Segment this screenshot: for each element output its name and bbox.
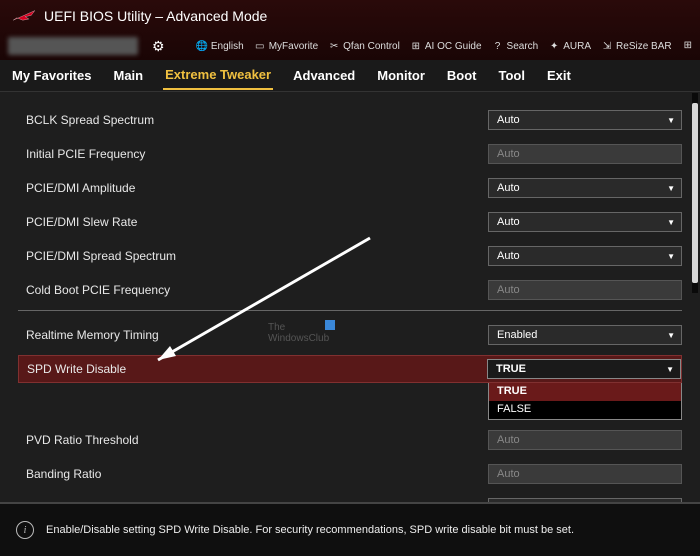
spd-options: TRUE FALSE [488,383,682,420]
help-text: Enable/Disable setting SPD Write Disable… [46,524,574,536]
spd-dropdown[interactable]: TRUE ▼ [487,359,681,379]
tab-main[interactable]: Main [111,62,145,89]
setting-label: Cold Boot PCIE Frequency [18,283,488,297]
setting-row: PCIE/DMI Spread SpectrumAuto▼ [18,242,682,270]
setting-label: Banding Ratio [18,467,488,481]
more-icon[interactable]: ⊞ [684,40,692,52]
aura-icon: ✦ [548,40,560,52]
setting-label: PCIE/DMI Amplitude [18,181,488,195]
blurred-info [8,37,138,55]
chevron-down-icon: ▼ [667,218,675,227]
setting-row: Cold Boot PCIE FrequencyAuto [18,276,682,304]
app-title: UEFI BIOS Utility – Advanced Mode [44,8,267,24]
scrollbar-thumb[interactable] [692,103,698,283]
chevron-down-icon: ▼ [667,252,675,261]
setting-dropdown[interactable]: Auto▼ [488,212,682,232]
setting-row: SA PLL Frequency OverrideAuto▼ [18,494,682,502]
setting-row: Realtime Memory TimingEnabled▼ [18,321,682,349]
myfavorite-link[interactable]: ▭MyFavorite [254,40,318,52]
tab-favorites[interactable]: My Favorites [10,62,93,89]
language-select[interactable]: 🌐English [196,40,244,52]
tab-advanced[interactable]: Advanced [291,62,357,89]
option-true[interactable]: TRUE [489,383,681,401]
setting-row: PCIE/DMI AmplitudeAuto▼ [18,174,682,202]
setting-dropdown[interactable]: Auto [488,280,682,300]
setting-dropdown[interactable]: Auto [488,464,682,484]
rog-logo [12,7,36,25]
setting-label: BCLK Spread Spectrum [18,113,488,127]
tab-exit[interactable]: Exit [545,62,573,89]
search-icon: ? [492,40,504,52]
spd-write-disable-row[interactable]: SPD Write Disable TRUE ▼ [18,355,682,383]
chevron-down-icon: ▼ [666,365,674,374]
tab-boot[interactable]: Boot [445,62,479,89]
setting-row: BCLK Spread SpectrumAuto▼ [18,106,682,134]
setting-row: Banding RatioAuto [18,460,682,488]
scrollbar[interactable] [692,93,698,293]
setting-label: PCIE/DMI Spread Spectrum [18,249,488,263]
setting-label: Realtime Memory Timing [18,328,488,342]
setting-dropdown[interactable]: Auto▼ [488,178,682,198]
setting-label: Initial PCIE Frequency [18,147,488,161]
chevron-down-icon: ▼ [667,116,675,125]
section-divider [18,310,682,311]
chevron-down-icon: ▼ [667,184,675,193]
globe-icon: 🌐 [196,40,208,52]
qfan-link[interactable]: ✂Qfan Control [328,40,400,52]
main-nav: My Favorites Main Extreme Tweaker Advanc… [0,60,700,92]
chip-icon: ⊞ [410,40,422,52]
aura-link[interactable]: ✦AURA [548,40,591,52]
resize-link[interactable]: ⇲ReSize BAR [601,40,672,52]
aioc-link[interactable]: ⊞AI OC Guide [410,40,482,52]
tab-extreme-tweaker[interactable]: Extreme Tweaker [163,61,273,90]
gear-icon[interactable]: ⚙ [152,38,165,54]
setting-row: PCIE/DMI Slew RateAuto▼ [18,208,682,236]
setting-dropdown[interactable]: Auto▼ [488,246,682,266]
fan-icon: ✂ [328,40,340,52]
setting-dropdown[interactable]: Auto▼ [488,110,682,130]
tab-tool[interactable]: Tool [497,62,527,89]
setting-row: Initial PCIE FrequencyAuto [18,140,682,168]
resize-icon: ⇲ [601,40,613,52]
setting-dropdown[interactable]: Enabled▼ [488,325,682,345]
tab-monitor[interactable]: Monitor [375,62,427,89]
option-false[interactable]: FALSE [489,401,681,419]
search-link[interactable]: ?Search [492,40,539,52]
setting-dropdown[interactable]: Auto [488,144,682,164]
setting-label: PVD Ratio Threshold [18,433,488,447]
chevron-down-icon: ▼ [667,331,675,340]
spd-label: SPD Write Disable [19,362,487,376]
setting-row: PVD Ratio ThresholdAuto [18,426,682,454]
setting-label: PCIE/DMI Slew Rate [18,215,488,229]
info-icon: i [16,521,34,539]
star-box-icon: ▭ [254,40,266,52]
setting-dropdown[interactable]: Auto [488,430,682,450]
